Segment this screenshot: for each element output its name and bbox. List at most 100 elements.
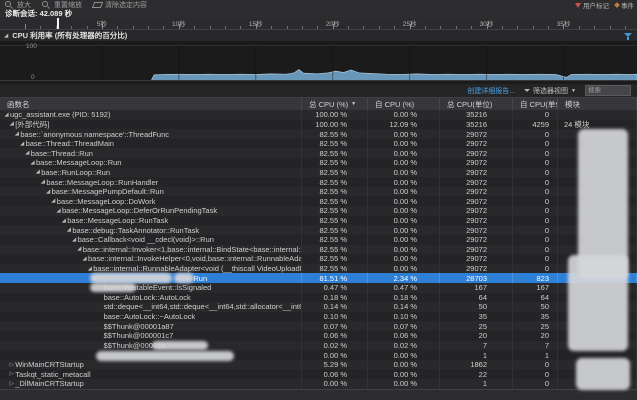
clear-selection-button[interactable]: 清除选定内容 — [93, 0, 147, 10]
table-row[interactable]: 0.00 %0.00 %11 — [0, 350, 637, 360]
total-cpu-pct-cell: 82.55 % — [302, 245, 368, 255]
table-row[interactable]: ▷Taskqt_static_metacall0.06 %0.00 %220 — [0, 369, 637, 379]
total-cpu-units-cell: 20 — [440, 331, 513, 341]
table-row[interactable]: ◢base::debug::TaskAnnotator::RunTask82.5… — [0, 225, 637, 235]
expander-spacer — [97, 326, 104, 327]
expanded-icon[interactable]: ◢ — [29, 160, 36, 166]
column-header-2[interactable]: 自 CPU (%) — [368, 98, 440, 110]
expanded-icon[interactable]: ◢ — [55, 208, 62, 214]
table-row[interactable]: ◢base::Thread::Run82.55 %0.00 %290720 — [0, 148, 637, 158]
timeline-ruler[interactable]: 5秒10秒15秒20秒25秒30秒35秒 — [0, 18, 637, 30]
cpu-section-header[interactable]: ◢ CPU 利用率 (所有处理器的百分比) — [0, 30, 637, 41]
expanded-icon[interactable]: ◢ — [71, 237, 78, 243]
self-cpu-pct-cell: 0.00 % — [368, 139, 440, 149]
column-header-3[interactable]: 总 CPU(单位) — [440, 98, 513, 110]
self-cpu-pct-cell: 0.00 % — [368, 360, 440, 370]
collapsed-icon[interactable]: ▷ — [8, 362, 15, 368]
expanded-icon[interactable]: ◢ — [50, 198, 57, 204]
column-header-1[interactable]: 总 CPU (%)▼ — [302, 98, 368, 110]
total-cpu-pct-cell: 82.55 % — [302, 235, 368, 245]
table-row[interactable]: $$Thunk@00001a870.07 %0.07 %2525 — [0, 321, 637, 331]
table-row[interactable]: ◢base::RunLoop::Run82.55 %0.00 %290720 — [0, 168, 637, 178]
section-expander-icon[interactable]: ◢ — [4, 33, 8, 39]
create-detailed-report-link[interactable]: 创建详细报告... — [467, 86, 515, 96]
self-cpu-units-cell: 0 — [513, 139, 558, 149]
table-row[interactable]: ◢base::MessageLoop::DoWork82.55 %0.00 %2… — [0, 196, 637, 206]
expander-spacer — [97, 306, 104, 307]
ruler-tick — [456, 26, 457, 29]
total-cpu-units-cell: 29072 — [440, 177, 513, 187]
expanded-icon[interactable]: ◢ — [19, 141, 26, 147]
column-header-label: 总 CPU(单位) — [447, 99, 492, 110]
cpu-utilization-chart[interactable]: 100 0 — [0, 41, 637, 84]
expanded-icon[interactable]: ◢ — [39, 179, 46, 185]
total-cpu-pct-cell: 82.55 % — [302, 177, 368, 187]
module-cell — [558, 302, 637, 312]
total-cpu-units-cell: 29072 — [440, 196, 513, 206]
legend-item: 用户标记 — [575, 0, 609, 10]
table-row[interactable]: ◢base::Callback<void __cdecl(void)>::Run… — [0, 235, 637, 245]
self-cpu-units-cell: 0 — [513, 187, 558, 197]
table-row[interactable]: ◢ugc_assistant.exe (PID: 5192)100.00 %0.… — [0, 110, 637, 120]
function-name-cell: ▷Taskqt_static_metacall — [0, 369, 302, 379]
table-row[interactable]: base::AutoLock::AutoLock0.18 %0.18 %6464 — [0, 293, 637, 303]
table-row[interactable]: ◢base::MessageLoop::Run82.55 %0.00 %2907… — [0, 158, 637, 168]
table-row[interactable]: ◢[外部代码]100.00 %12.09 %35216425924 模块 — [0, 120, 637, 130]
expanded-icon[interactable]: ◢ — [91, 275, 98, 281]
expanded-icon[interactable]: ◢ — [76, 246, 83, 252]
self-cpu-pct-cell: 0.00 % — [368, 216, 440, 226]
self-cpu-pct-cell: 0.18 % — [368, 293, 440, 303]
search-input[interactable] — [585, 85, 631, 96]
expanded-icon[interactable]: ◢ — [86, 266, 93, 272]
table-row[interactable]: ▷WinMainCRTStartup5.29 %0.00 %18620 — [0, 360, 637, 370]
table-row[interactable]: ◢base::internal::Invoker<1,base::interna… — [0, 245, 637, 255]
total-cpu-units-cell: 28703 — [440, 273, 513, 283]
column-header-0[interactable]: 函数名 — [0, 98, 302, 110]
table-row[interactable]: ◢Run81.51 %2.34 %28703823 — [0, 273, 637, 283]
ruler-tick — [425, 26, 426, 29]
table-row[interactable]: ◢base::MessageLoop::RunHandler82.55 %0.0… — [0, 177, 637, 187]
expanded-icon[interactable]: ◢ — [65, 227, 72, 233]
column-header-4[interactable]: 自 CPU(单位) — [513, 98, 558, 110]
total-cpu-pct-cell: 82.55 % — [302, 225, 368, 235]
expanded-icon[interactable]: ◢ — [8, 121, 15, 127]
table-row[interactable]: ◢base::MessagePumpDefault::Run82.55 %0.0… — [0, 187, 637, 197]
table-row[interactable]: base::WaitableEvent::IsSignaled0.47 %0.4… — [0, 283, 637, 293]
table-row[interactable]: $$Thunk@000001c70.06 %0.06 %2020 — [0, 331, 637, 341]
expanded-icon[interactable]: ◢ — [34, 169, 41, 175]
expanded-icon[interactable]: ◢ — [60, 218, 67, 224]
filter-icon[interactable] — [624, 33, 632, 37]
ruler-tick — [302, 26, 303, 29]
collapsed-icon[interactable]: ▷ — [8, 371, 15, 377]
total-cpu-units-cell: 29072 — [440, 225, 513, 235]
filter-view-dropdown[interactable]: 筛选器视图 ▼ — [524, 86, 576, 96]
function-name: [外部代码] — [15, 120, 49, 130]
expanded-icon[interactable]: ◢ — [13, 131, 20, 137]
total-cpu-units-cell: 50 — [440, 302, 513, 312]
column-header-label: 总 CPU (%) — [309, 99, 348, 110]
function-name-cell: ▷_DllMainCRTStartup — [0, 379, 302, 389]
expanded-icon[interactable]: ◢ — [3, 112, 10, 118]
ruler-tick — [548, 26, 549, 29]
table-row[interactable]: ◢base::MessageLoop::DeferOrRunPendingTas… — [0, 206, 637, 216]
table-row[interactable]: ◢base::internal::RunnableAdapter<void (_… — [0, 264, 637, 274]
table-row[interactable]: ◢base::Thread::ThreadMain82.55 %0.00 %29… — [0, 139, 637, 149]
function-name-cell: ◢base::internal::InvokeHelper<0,void,bas… — [0, 254, 302, 264]
ruler-tick — [25, 24, 26, 29]
self-cpu-units-cell: 64 — [513, 293, 558, 303]
table-row[interactable]: ◢base::`anonymous namespace'::ThreadFunc… — [0, 129, 637, 139]
table-row[interactable]: ◢base::internal::InvokeHelper<0,void,bas… — [0, 254, 637, 264]
expanded-icon[interactable]: ◢ — [24, 150, 31, 156]
table-row[interactable]: base::AutoLock::~AutoLock0.10 %0.10 %353… — [0, 312, 637, 322]
timeline-playhead[interactable] — [57, 18, 59, 29]
expanded-icon[interactable]: ◢ — [45, 189, 52, 195]
total-cpu-units-cell: 29072 — [440, 254, 513, 264]
table-row[interactable]: ▷_DllMainCRTStartup0.00 %0.00 %10 — [0, 379, 637, 389]
expanded-icon[interactable]: ◢ — [81, 256, 88, 262]
table-row[interactable]: ◢base::MessageLoop::RunTask82.55 %0.00 %… — [0, 216, 637, 226]
table-row[interactable]: std::deque<__int64,std::deque<__int64,st… — [0, 302, 637, 312]
column-header-5[interactable]: 模块 — [558, 98, 637, 110]
ruler-tick — [379, 26, 380, 29]
self-cpu-units-cell: 167 — [513, 283, 558, 293]
table-row[interactable]: $$Thunk@00001b0.02 %0.02 %77 — [0, 341, 637, 351]
